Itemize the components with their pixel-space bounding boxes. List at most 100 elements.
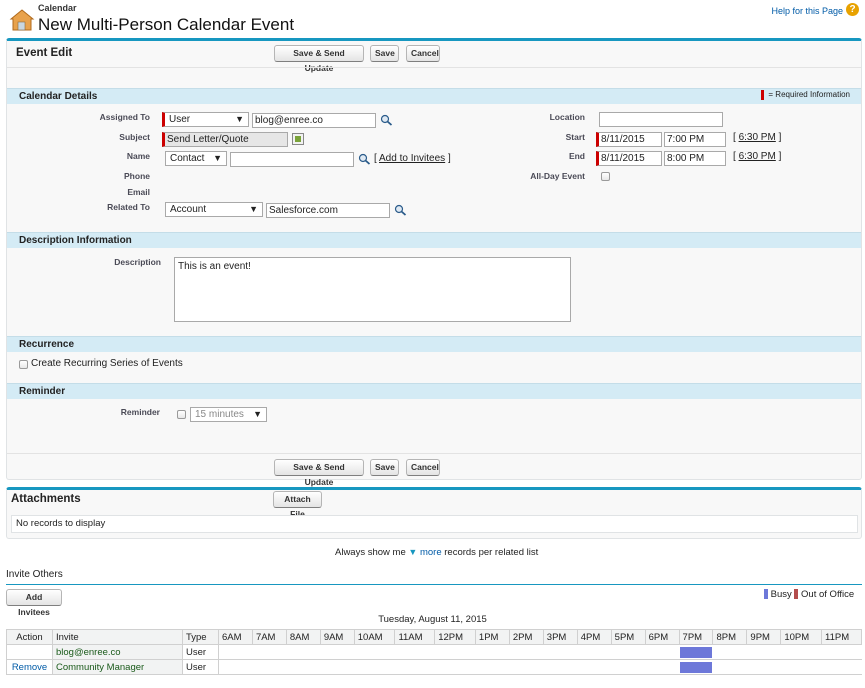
show-more-link[interactable]: more [420,547,442,558]
add-to-invitees-text[interactable]: Add to Invitees [379,153,445,164]
end-now-link[interactable]: [ 6:30 PM ] [733,151,781,162]
availability-legend: Busy Out of Office [764,589,854,600]
required-legend: = Required Information [761,90,850,100]
combobox-icon[interactable] [292,133,304,145]
hour-cell [320,659,355,675]
hour-column-header: 3PM [542,629,578,645]
lookup-icon[interactable] [394,204,407,216]
start-time-input[interactable]: 7:00 PM [664,132,726,147]
always-show-line: Always show me ▼ more records per relate… [335,547,538,558]
breadcrumb[interactable]: Calendar [38,3,77,13]
section-description: Description Information [7,232,861,248]
recurring-label: Create Recurring Series of Events [31,358,183,369]
hour-cell [543,659,578,675]
hour-column-header: 1PM [474,629,510,645]
add-to-invitees-link[interactable]: [ Add to Invitees ] [374,153,451,164]
calendar-house-icon [9,9,35,31]
name-input[interactable] [230,152,354,167]
related-to-input[interactable]: Salesforce.com [266,203,390,218]
hour-cell [252,659,287,675]
dropdown-arrow-icon: ▼ [249,204,258,214]
save-button[interactable]: Save [370,45,399,62]
save-send-update-button-bottom[interactable]: Save & Send Update [274,459,364,487]
invitee-row: blog@enree.co User [6,644,862,660]
column-action: Action [6,629,53,645]
hour-cell [320,644,355,660]
location-input[interactable] [599,112,723,127]
attachments-title: Attachments [11,493,81,505]
hour-cell [286,659,321,675]
location-label: Location [549,112,585,122]
hour-column-header: 9PM [746,629,782,645]
hour-column-header: 10AM [353,629,396,645]
recurring-checkbox[interactable] [19,360,28,369]
start-now-text[interactable]: 6:30 PM [739,132,776,143]
remove-invitee-link [6,644,53,660]
help-icon[interactable]: ? [846,3,859,16]
section-recurrence: Recurrence [7,336,861,352]
hour-cell [577,659,612,675]
help-link[interactable]: Help for this Page [771,6,843,16]
related-to-type-select[interactable]: Account ▼ [165,202,263,217]
reminder-label: Reminder [120,407,160,417]
reminder-checkbox[interactable] [177,410,186,419]
save-button-bottom[interactable]: Save [370,459,399,476]
divider [6,584,862,585]
assigned-to-input[interactable]: blog@enree.co [252,113,376,128]
column-type: Type [182,629,219,645]
hour-cell [780,644,822,660]
section-calendar-details: Calendar Details [7,88,861,104]
required-legend-text: = Required Information [768,90,850,100]
dropdown-arrow-icon: ▼ [253,409,262,419]
name-type-select[interactable]: Contact ▼ [165,151,227,166]
email-label: Email [127,187,150,197]
cancel-button-bottom[interactable]: Cancel [406,459,440,476]
end-date-input[interactable]: 8/11/2015 [596,151,662,166]
hour-column-header: 5PM [610,629,646,645]
hour-cell [780,659,822,675]
assigned-to-type-select[interactable]: User ▼ [162,112,249,127]
triangle-down-icon[interactable]: ▼ [408,547,417,557]
start-now-link[interactable]: [ 6:30 PM ] [733,132,781,143]
hour-cell [611,659,646,675]
divider [7,453,861,454]
hour-column-header: 7PM [678,629,714,645]
reminder-select[interactable]: 15 minutes ▼ [190,407,267,422]
hour-cell [679,644,713,660]
hour-cell [394,659,435,675]
lookup-icon[interactable] [380,114,393,126]
attach-file-button[interactable]: Attach File [273,491,322,519]
subject-label: Subject [119,132,150,142]
subject-input[interactable]: Send Letter/Quote [162,132,288,147]
hour-column-header: 6PM [644,629,680,645]
hour-cell [475,659,510,675]
add-invitees-button[interactable]: Add Invitees [6,589,62,617]
hour-column-header: 8AM [285,629,321,645]
lookup-icon[interactable] [358,153,371,165]
hour-cell [434,659,476,675]
hour-cell [645,659,680,675]
invitee-type: User [182,644,219,660]
invitee-row: Remove Community Manager User [6,659,862,675]
save-send-update-button[interactable]: Save & Send Update [274,45,364,73]
end-time-input[interactable]: 8:00 PM [664,151,726,166]
description-textarea[interactable]: This is an event! [174,257,571,322]
start-label: Start [565,132,585,142]
hour-column-header: 12PM [434,629,476,645]
hour-column-header: 8PM [712,629,748,645]
hour-column-header: 10PM [780,629,823,645]
end-now-text[interactable]: 6:30 PM [739,151,776,162]
hour-cell [679,659,713,675]
all-day-checkbox[interactable] [601,172,610,181]
invitee-name[interactable]: blog@enree.co [52,644,183,660]
end-label: End [568,151,585,161]
hour-cell [509,659,544,675]
busy-swatch-icon [764,589,768,600]
invitee-name[interactable]: Community Manager [52,659,183,675]
schedule-date: Tuesday, August 11, 2015 [378,614,487,625]
remove-invitee-link[interactable]: Remove [6,659,53,675]
start-date-input[interactable]: 8/11/2015 [596,132,662,147]
cancel-button[interactable]: Cancel [406,45,440,62]
hour-cell [543,644,578,660]
name-type-value: Contact [170,153,205,164]
